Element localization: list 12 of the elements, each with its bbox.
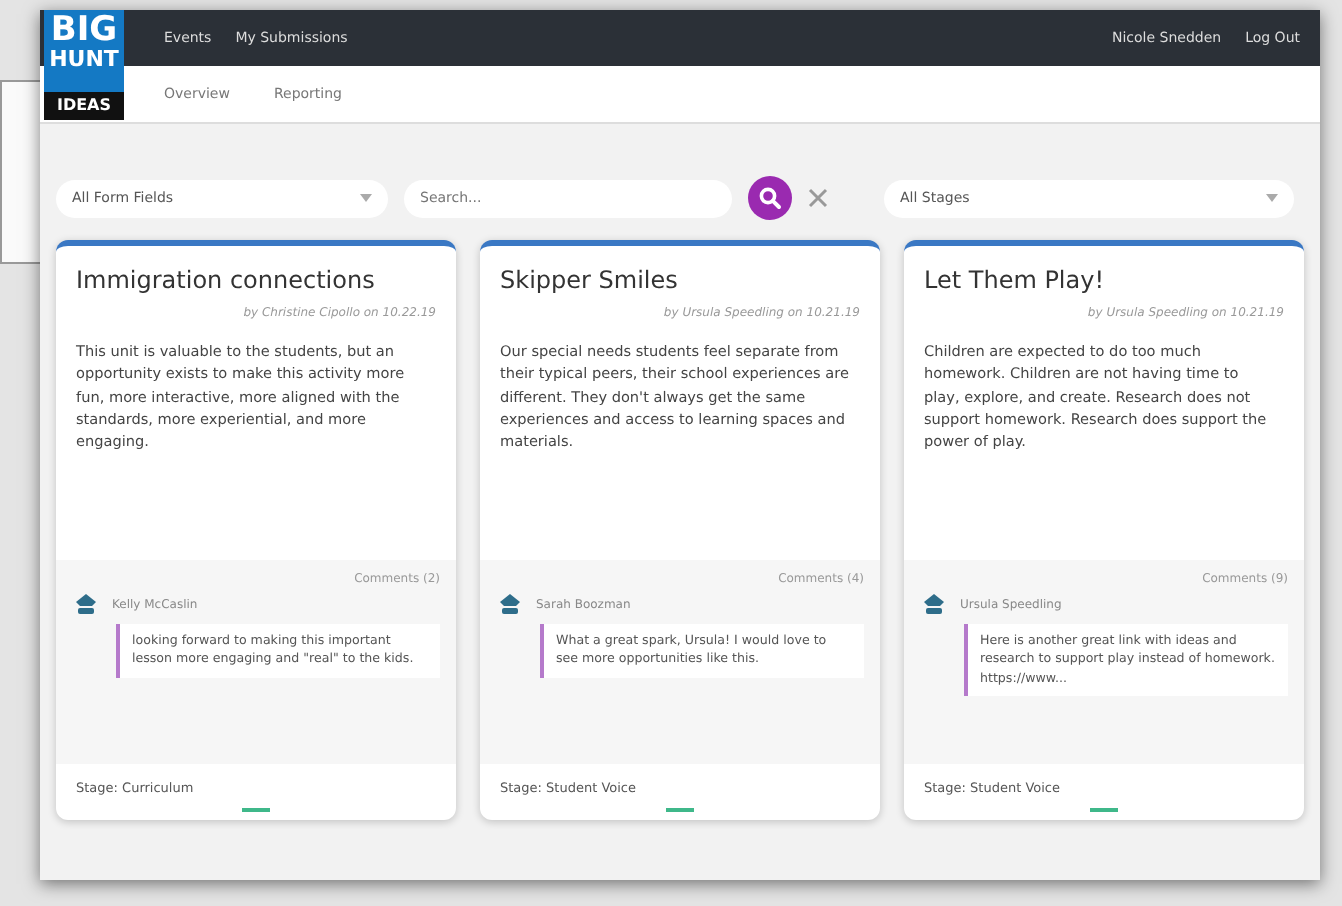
- caret-icon: [360, 194, 372, 202]
- stage-indicator: [242, 808, 270, 812]
- search-button[interactable]: [748, 176, 792, 220]
- stage-indicator: [1090, 808, 1118, 812]
- caret-icon: [1266, 194, 1278, 202]
- card-title: Skipper Smiles: [498, 264, 680, 294]
- logo: BIG HUNT IDEAS: [44, 10, 124, 120]
- close-icon[interactable]: [808, 188, 828, 208]
- card-title: Immigration connections: [74, 264, 377, 294]
- card-title: Let Them Play!: [922, 264, 1107, 294]
- stage-indicator: [666, 808, 694, 812]
- search-icon: [758, 186, 782, 210]
